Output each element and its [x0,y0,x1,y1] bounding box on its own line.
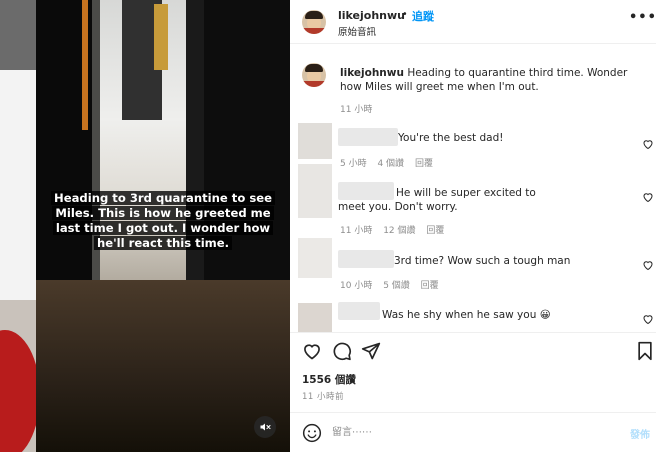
separator-dot: • [402,9,408,20]
comment-time: 10 小時 [340,281,373,291]
comment-time: 5 小時 [340,159,367,169]
background-block [0,70,36,300]
comment-meta: 5 小時 4 個讚 回覆 [340,156,441,169]
mute-button[interactable] [254,416,276,438]
background-block [0,0,36,70]
reply-button[interactable]: 回覆 [415,159,433,169]
muted-speaker-icon [260,423,271,431]
posted-time[interactable]: 11 小時前 [302,390,344,402]
caption-username[interactable]: likejohnwu [340,67,404,79]
video-scene-floor [36,280,290,452]
follow-button[interactable]: 追蹤 [412,8,434,24]
likes-count[interactable]: 1556 個讚 [302,372,356,387]
video-scene-detail [154,4,168,70]
comment-text: Was he shy when he saw you 😀 [382,309,551,321]
caption-text-block: likejohnwu Heading to quarantine third t… [340,66,650,94]
author-avatar[interactable] [302,10,326,34]
video-player[interactable]: Heading to 3rd quarantine to see Miles. … [36,0,290,452]
comment-likes[interactable]: 12 個讚 [383,226,415,236]
avatar-hair [305,11,323,19]
comment-like-heart-icon[interactable] [642,259,654,271]
post-comment-button[interactable]: 發佈 [630,426,650,441]
bookmark-icon[interactable] [635,341,655,361]
video-caption-text: Heading to 3rd quarantine to see Miles. … [51,191,275,250]
avatar-hair [305,64,323,72]
audio-subtitle[interactable]: 原始音訊 [338,24,376,38]
post-header: likejohnwu • 追蹤 原始音訊 ••• [290,0,656,44]
author-username[interactable]: likejohnwu [338,9,405,22]
comment-likes[interactable]: 4 個讚 [377,159,404,169]
caption-author-avatar[interactable] [302,63,326,87]
video-scene-detail [186,0,206,300]
comment-like-heart-icon[interactable] [642,138,654,150]
comment-text: You're the best dad! [398,132,504,144]
comment-avatar[interactable] [298,238,332,278]
avatar-shirt [302,81,326,87]
comment-like-heart-icon[interactable] [642,313,654,325]
avatar-shirt [302,28,326,34]
comment-like-heart-icon[interactable] [642,191,654,203]
comment-meta: 10 小時 5 個讚 回覆 [340,278,447,291]
comment-likes[interactable]: 5 個讚 [383,281,410,291]
comment-time: 11 小時 [340,226,373,236]
comment-text: He will be super excited to meet you. Do… [338,187,536,213]
video-caption: Heading to 3rd quarantine to see Miles. … [50,191,276,251]
heart-icon[interactable] [302,341,322,361]
commenter-name-blurred[interactable] [338,250,394,268]
commenter-name-blurred[interactable] [338,302,380,320]
post-details-panel: likejohnwu • 追蹤 原始音訊 ••• likejohnwu Head… [290,0,656,452]
comment-bubble-icon[interactable] [332,341,352,361]
comment-avatar[interactable] [298,164,332,218]
caption-time: 11 小時 [340,105,373,115]
comment-avatar[interactable] [298,123,332,159]
media-panel: Heading to 3rd quarantine to see Miles. … [0,0,290,452]
comment-text: 3rd time? Wow such a tough man [394,255,571,267]
more-options-icon[interactable]: ••• [629,10,656,25]
comment-avatar[interactable] [298,303,332,333]
reply-button[interactable]: 回覆 [421,281,439,291]
emoji-icon[interactable] [302,423,322,443]
video-scene-detail [82,0,88,130]
reply-button[interactable]: 回覆 [426,226,444,236]
comment-meta: 11 小時 12 個讚 回覆 [340,223,452,236]
commenter-name-blurred[interactable] [338,128,398,146]
comment-input[interactable] [332,422,612,442]
paper-plane-icon[interactable] [361,341,381,361]
